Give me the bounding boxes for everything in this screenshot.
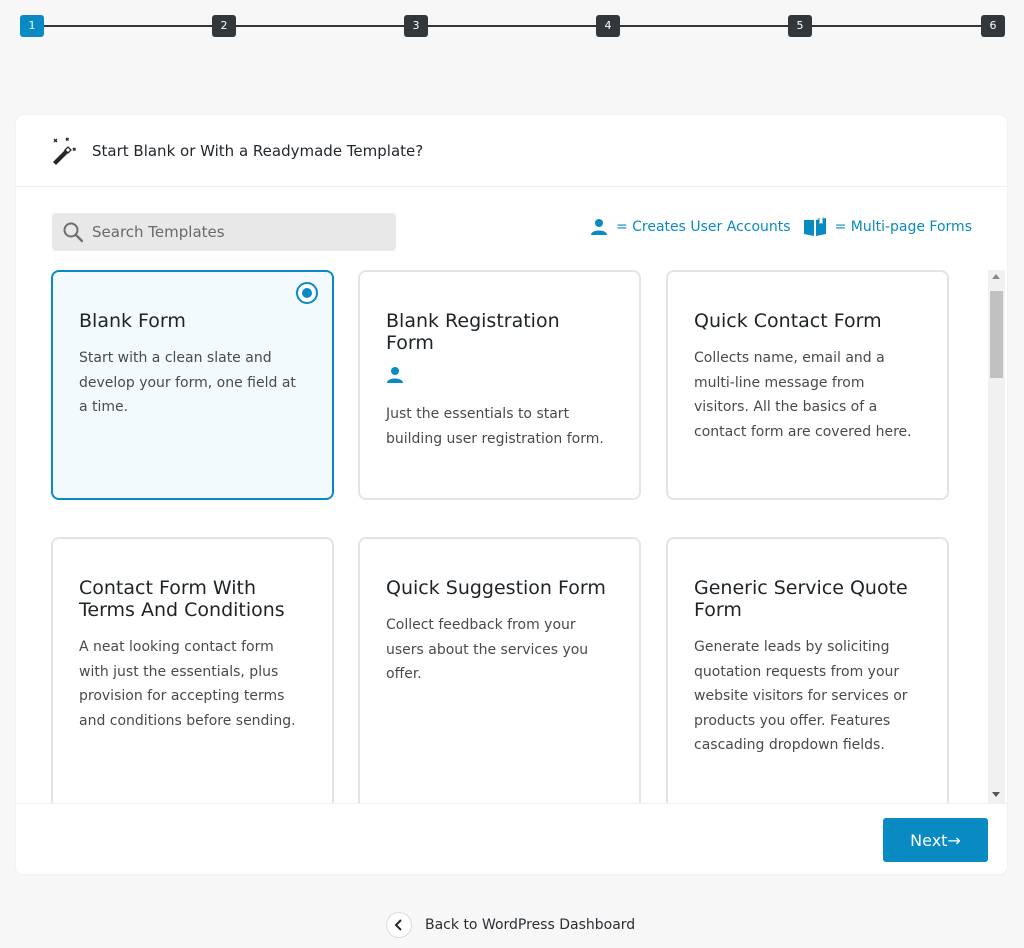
legend-user-accounts: = Creates User Accounts [590, 218, 791, 236]
template-toolbar: = Creates User Accounts = Multi-page For… [52, 213, 972, 251]
template-description: Start with a clean slate and develop you… [79, 350, 296, 415]
step-3[interactable]: 3 [404, 15, 428, 37]
card-footer: Next→ [16, 803, 1007, 874]
template-card-generic-service-quote-form[interactable]: Generic Service Quote Form Generate lead… [666, 537, 949, 803]
scrollbar-thumb[interactable] [990, 291, 1003, 378]
template-card-quick-suggestion-form[interactable]: Quick Suggestion Form Collect feedback f… [358, 537, 641, 803]
scroll-down-icon[interactable] [992, 792, 1000, 797]
template-name: Blank Form [79, 310, 186, 332]
book-icon [803, 217, 826, 236]
legend-multi-page: = Multi-page Forms [803, 217, 972, 237]
user-icon [590, 219, 607, 235]
search-input[interactable] [92, 223, 372, 241]
template-card-quick-contact-form[interactable]: Quick Contact Form Collects name, email … [666, 270, 949, 500]
search-icon [63, 222, 84, 243]
chevron-left-icon [394, 919, 402, 931]
template-name: Quick Suggestion Form [386, 577, 606, 599]
template-scrollbar[interactable] [988, 270, 1005, 803]
legend: = Creates User Accounts = Multi-page For… [590, 217, 972, 237]
template-description: Generate leads by soliciting quotation r… [694, 639, 908, 753]
legend-multi-page-label: = Multi-page Forms [834, 219, 972, 235]
step-4[interactable]: 4 [596, 15, 620, 37]
card-header: Start Blank or With a Readymade Template… [16, 115, 1007, 187]
template-name: Quick Contact Form [694, 310, 882, 332]
selected-radio[interactable] [296, 282, 318, 304]
progress-stepper: 1 2 3 4 5 6 [20, 15, 1005, 37]
scroll-up-icon[interactable] [992, 274, 1000, 279]
template-card-blank-registration-form[interactable]: Blank Registration Form Just the essenti… [358, 270, 641, 500]
template-grid: Blank Form Start with a clean slate and … [16, 270, 1007, 803]
template-description: Just the essentials to start building us… [386, 406, 604, 447]
template-name: Blank Registration Form [386, 310, 560, 354]
template-card-blank-form[interactable]: Blank Form Start with a clean slate and … [51, 270, 334, 500]
next-button[interactable]: Next→ [883, 818, 988, 862]
step-2[interactable]: 2 [212, 15, 236, 37]
template-card-contact-form-terms[interactable]: Contact Form With Terms And Conditions A… [51, 537, 334, 803]
template-description: Collects name, email and a multi-line me… [694, 350, 912, 440]
template-name: Contact Form With Terms And Conditions [79, 577, 285, 621]
template-description: Collect feedback from your users about t… [386, 617, 589, 682]
template-description: A neat looking contact form with just th… [79, 639, 296, 729]
template-name: Generic Service Quote Form [694, 577, 908, 621]
search-box[interactable] [52, 213, 396, 251]
template-picker-card: Start Blank or With a Readymade Template… [16, 115, 1007, 874]
stepper-line [30, 25, 995, 27]
back-to-dashboard-link[interactable]: Back to WordPress Dashboard [386, 912, 635, 938]
step-1[interactable]: 1 [20, 15, 44, 37]
legend-user-accounts-label: = Creates User Accounts [615, 219, 791, 235]
step-5[interactable]: 5 [788, 15, 812, 37]
back-link-label[interactable]: Back to WordPress Dashboard [425, 917, 635, 933]
magic-wand-icon [53, 137, 76, 165]
back-icon-circle[interactable] [386, 912, 412, 938]
step-6[interactable]: 6 [981, 15, 1005, 37]
page-title: Start Blank or With a Readymade Template… [92, 141, 424, 160]
user-icon [387, 367, 403, 383]
